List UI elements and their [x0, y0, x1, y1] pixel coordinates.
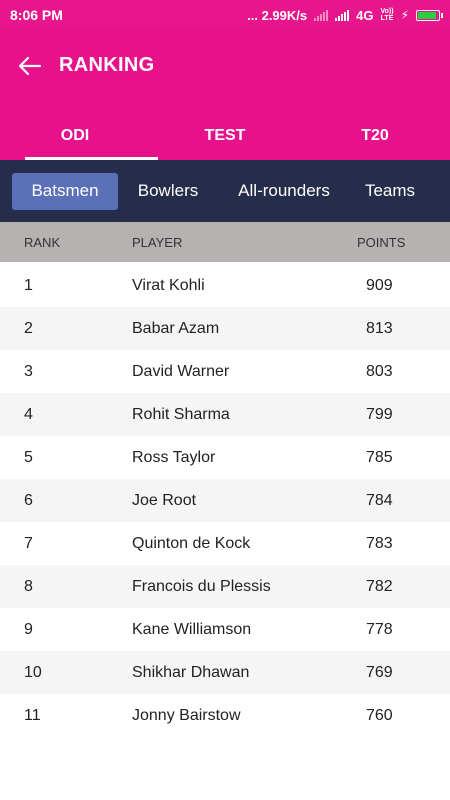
- signal-strength-icon: [335, 9, 350, 21]
- table-row[interactable]: 4 Rohit Sharma 799: [0, 393, 450, 436]
- table-row[interactable]: 5 Ross Taylor 785: [0, 436, 450, 479]
- column-points: POINTS: [357, 234, 406, 250]
- tab-t20[interactable]: T20: [300, 112, 450, 160]
- status-icons: ... 2.99K/s 4G Vo)) LTE ⚡: [247, 7, 443, 23]
- row-rank: 9: [24, 620, 33, 638]
- format-tabs: ODI TEST T20: [0, 112, 450, 160]
- row-points: 782: [366, 577, 393, 595]
- column-player: PLAYER: [132, 234, 183, 250]
- table-row[interactable]: 9 Kane Williamson 778: [0, 608, 450, 651]
- column-rank: RANK: [24, 234, 61, 250]
- ranking-table-header: RANK PLAYER POINTS: [0, 222, 450, 262]
- row-points: 799: [366, 405, 393, 423]
- battery-level: [418, 11, 436, 19]
- network-speed: ... 2.99K/s: [247, 7, 308, 23]
- row-rank: 8: [24, 577, 33, 595]
- row-rank: 7: [24, 534, 33, 552]
- signal-weak-icon: [314, 9, 329, 21]
- volte-icon: Vo)) LTE: [380, 8, 394, 22]
- filter-bowlers[interactable]: Bowlers: [118, 173, 218, 210]
- row-points: 783: [366, 534, 393, 552]
- status-bar: 8:06 PM ... 2.99K/s 4G Vo)) LTE ⚡: [0, 0, 450, 30]
- filter-all-rounders[interactable]: All-rounders: [218, 173, 350, 210]
- row-player: Virat Kohli: [132, 276, 205, 294]
- page-title: RANKING: [59, 54, 155, 76]
- row-rank: 6: [24, 491, 33, 509]
- row-rank: 5: [24, 448, 33, 466]
- row-player: Joe Root: [132, 491, 197, 509]
- row-rank: 2: [24, 319, 33, 337]
- table-row[interactable]: 7 Quinton de Kock 783: [0, 522, 450, 565]
- ranking-list: 1 Virat Kohli 909 2 Babar Azam 813 3 Dav…: [0, 264, 450, 737]
- row-player: Shikhar Dhawan: [132, 663, 250, 681]
- row-points: 813: [366, 319, 393, 337]
- row-rank: 10: [24, 663, 42, 681]
- table-row[interactable]: 11 Jonny Bairstow 760: [0, 694, 450, 737]
- table-row[interactable]: 6 Joe Root 784: [0, 479, 450, 522]
- row-points: 769: [366, 663, 393, 681]
- row-rank: 4: [24, 405, 33, 423]
- row-player: Rohit Sharma: [132, 405, 230, 423]
- row-player: Quinton de Kock: [132, 534, 251, 552]
- row-points: 785: [366, 448, 393, 466]
- category-filter-bar: Batsmen Bowlers All-rounders Teams: [0, 160, 450, 222]
- row-player: Ross Taylor: [132, 448, 216, 466]
- back-button[interactable]: [16, 52, 44, 80]
- row-points: 909: [366, 276, 393, 294]
- table-row[interactable]: 10 Shikhar Dhawan 769: [0, 651, 450, 694]
- row-player: Francois du Plessis: [132, 577, 271, 595]
- tab-test[interactable]: TEST: [150, 112, 300, 160]
- row-player: Kane Williamson: [132, 620, 252, 638]
- row-rank: 1: [24, 276, 33, 294]
- charging-icon: ⚡: [400, 8, 409, 22]
- battery-icon: [416, 9, 443, 21]
- row-points: 784: [366, 491, 393, 509]
- table-row[interactable]: 8 Francois du Plessis 782: [0, 565, 450, 608]
- table-row[interactable]: 2 Babar Azam 813: [0, 307, 450, 350]
- row-player: Jonny Bairstow: [132, 706, 241, 724]
- network-type: 4G: [356, 7, 374, 23]
- row-rank: 3: [24, 362, 33, 380]
- row-points: 760: [366, 706, 393, 724]
- tab-odi[interactable]: ODI: [0, 112, 158, 160]
- row-player: David Warner: [132, 362, 230, 380]
- app-bar: RANKING ODI TEST T20: [0, 30, 450, 160]
- row-player: Babar Azam: [132, 319, 220, 337]
- table-row[interactable]: 1 Virat Kohli 909: [0, 264, 450, 307]
- row-points: 803: [366, 362, 393, 380]
- filter-batsmen[interactable]: Batsmen: [12, 172, 118, 210]
- status-time: 8:06 PM: [10, 7, 63, 23]
- arrow-left-icon: [18, 56, 42, 76]
- table-row[interactable]: 3 David Warner 803: [0, 350, 450, 393]
- row-points: 778: [366, 620, 393, 638]
- row-rank: 11: [24, 706, 41, 724]
- filter-teams[interactable]: Teams: [350, 173, 430, 210]
